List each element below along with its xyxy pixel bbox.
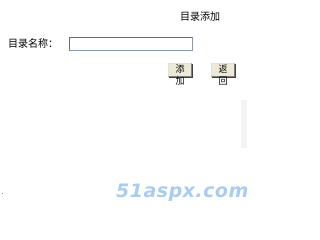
- directory-name-label: 目录名称：: [8, 39, 58, 50]
- directory-name-row: 目录名称：: [8, 37, 198, 51]
- stray-dot: [2, 193, 3, 194]
- form-title: 目录添加: [180, 12, 220, 23]
- directory-name-input[interactable]: [69, 37, 193, 51]
- back-button[interactable]: 返回: [211, 63, 235, 87]
- page-edge-shade: [241, 100, 247, 148]
- add-button[interactable]: 添加: [168, 63, 192, 87]
- site-watermark: 51aspx.com: [116, 180, 249, 202]
